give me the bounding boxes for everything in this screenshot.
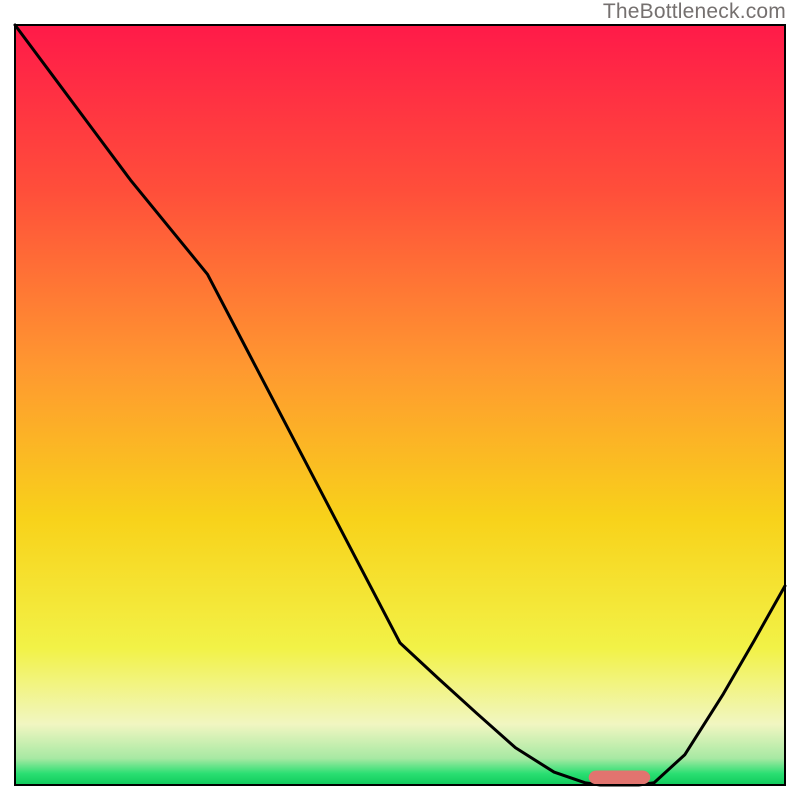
- bottleneck-chart: [0, 0, 800, 800]
- watermark-text: TheBottleneck.com: [603, 0, 786, 24]
- plot-background: [15, 25, 785, 785]
- flat-bottom-marker: [589, 771, 651, 785]
